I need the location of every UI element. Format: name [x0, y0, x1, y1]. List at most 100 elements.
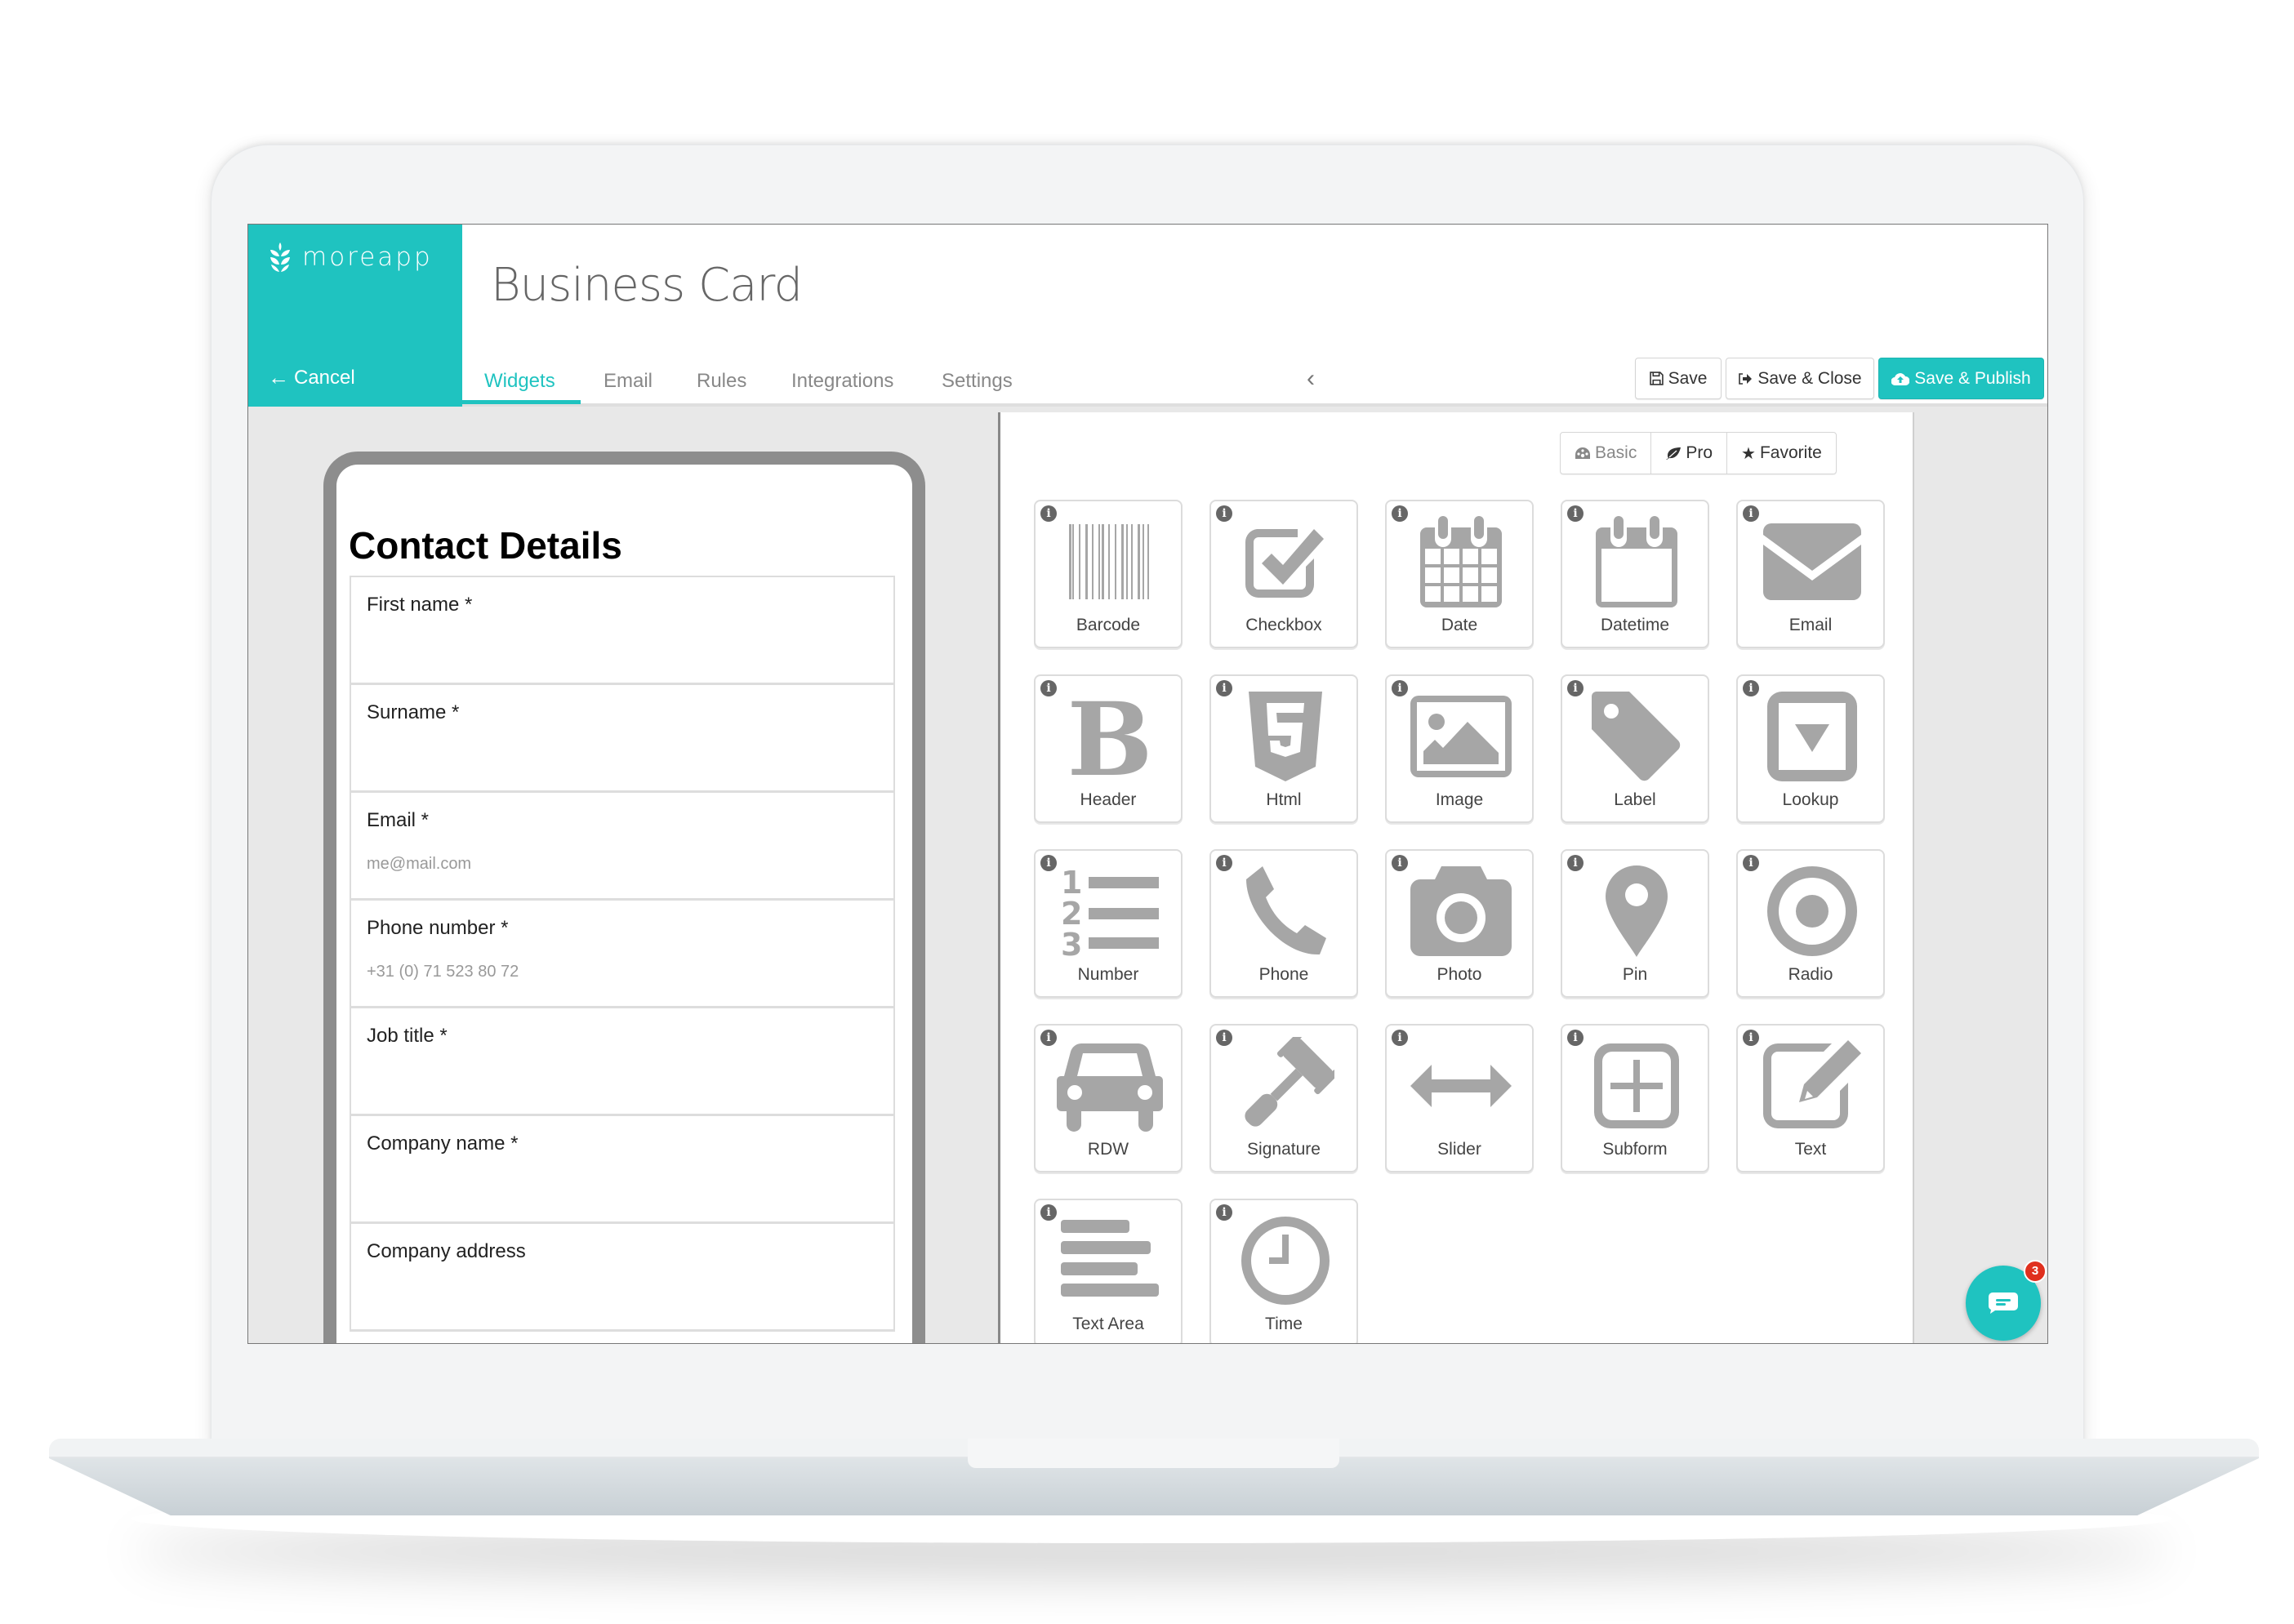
- barcode-icon: [1057, 516, 1163, 607]
- info-icon[interactable]: i: [1567, 680, 1584, 696]
- save-close-button[interactable]: Save & Close: [1726, 358, 1874, 399]
- widget-tile-header[interactable]: i B Header: [1034, 674, 1183, 823]
- widget-tile-datetime[interactable]: i Datetime: [1561, 500, 1709, 648]
- info-icon[interactable]: i: [1392, 680, 1408, 696]
- info-icon[interactable]: i: [1567, 855, 1584, 871]
- moreapp-logo[interactable]: moreapp: [269, 242, 433, 272]
- widget-tile-label[interactable]: i Label: [1561, 674, 1709, 823]
- form-field-surname[interactable]: Surname *: [351, 685, 893, 793]
- laptop-notch: [968, 1439, 1339, 1468]
- align-left-icon: [1057, 1215, 1163, 1306]
- widget-label: Subform: [1602, 1140, 1668, 1159]
- brand-name: moreapp: [302, 242, 433, 272]
- info-icon[interactable]: i: [1040, 1030, 1057, 1046]
- widget-label: Datetime: [1600, 616, 1670, 634]
- info-icon[interactable]: i: [1392, 1030, 1408, 1046]
- widget-label: Radio: [1788, 965, 1833, 984]
- info-icon[interactable]: i: [1567, 505, 1584, 522]
- widget-label: Text Area: [1072, 1315, 1144, 1333]
- star-icon: ★: [1741, 444, 1756, 463]
- widget-tile-number[interactable]: i 1 2 3 Number: [1034, 849, 1183, 998]
- leaf-icon: [1666, 447, 1682, 460]
- info-icon[interactable]: i: [1743, 1030, 1759, 1046]
- widget-label: Image: [1435, 790, 1484, 809]
- tab-email[interactable]: Email: [604, 370, 653, 393]
- save-publish-label: Save & Publish: [1914, 368, 2031, 388]
- widget-label: Email: [1788, 616, 1833, 634]
- widget-tile-html[interactable]: i Html: [1209, 674, 1358, 823]
- info-icon[interactable]: i: [1743, 680, 1759, 696]
- widget-label: Lookup: [1782, 790, 1839, 809]
- filter-basic-label: Basic: [1595, 443, 1637, 462]
- save-publish-button[interactable]: Save & Publish: [1878, 358, 2044, 399]
- leaf-logo-icon: [270, 242, 290, 272]
- tab-integrations[interactable]: Integrations: [791, 370, 893, 393]
- widget-tile-radio[interactable]: i Radio: [1736, 849, 1885, 998]
- info-icon[interactable]: i: [1392, 505, 1408, 522]
- save-close-label: Save & Close: [1757, 368, 1862, 388]
- tab-rules[interactable]: Rules: [697, 370, 746, 393]
- widget-label: Header: [1080, 790, 1137, 809]
- tab-widgets[interactable]: Widgets: [484, 370, 555, 393]
- widget-tile-checkbox[interactable]: i Checkbox: [1209, 500, 1358, 648]
- info-icon[interactable]: i: [1040, 680, 1057, 696]
- widget-tile-email[interactable]: i Email: [1736, 500, 1885, 648]
- widget-tile-photo[interactable]: i Photo: [1385, 849, 1534, 998]
- page-title: Business Card: [491, 259, 803, 312]
- widget-tile-text[interactable]: i Text: [1736, 1024, 1885, 1172]
- widget-tile-signature[interactable]: i Signature: [1209, 1024, 1358, 1172]
- info-icon[interactable]: i: [1743, 855, 1759, 871]
- form-field-company-name[interactable]: Company name *: [351, 1116, 893, 1224]
- dashboard-icon: [1575, 447, 1590, 459]
- filter-basic-button[interactable]: Basic: [1561, 433, 1652, 474]
- tag-icon: [1584, 691, 1690, 782]
- form-field-phone[interactable]: Phone number * +31 (0) 71 523 80 72: [351, 901, 893, 1008]
- info-icon[interactable]: i: [1216, 1204, 1232, 1221]
- field-placeholder: +31 (0) 71 523 80 72: [367, 963, 519, 981]
- field-label: Company address: [367, 1240, 526, 1262]
- edit-icon: [1759, 1040, 1865, 1132]
- info-icon[interactable]: i: [1216, 855, 1232, 871]
- clock-icon: [1232, 1215, 1339, 1306]
- info-icon[interactable]: i: [1392, 855, 1408, 871]
- collapse-chevron-icon[interactable]: ‹: [1307, 365, 1315, 393]
- widget-tile-text-area[interactable]: i Text Area: [1034, 1199, 1183, 1343]
- info-icon[interactable]: i: [1567, 1030, 1584, 1046]
- info-icon[interactable]: i: [1216, 680, 1232, 696]
- widget-label: Slider: [1437, 1140, 1481, 1159]
- widget-label: Date: [1441, 616, 1478, 634]
- info-icon[interactable]: i: [1040, 1204, 1057, 1221]
- chat-bubble-icon: [1989, 1293, 2018, 1314]
- widget-label: Html: [1266, 790, 1302, 809]
- widget-tile-slider[interactable]: i Slider: [1385, 1024, 1534, 1172]
- form-field-first-name[interactable]: First name *: [351, 577, 893, 685]
- widget-tile-image[interactable]: i Image: [1385, 674, 1534, 823]
- info-icon[interactable]: i: [1743, 505, 1759, 522]
- calendar-icon: [1408, 516, 1514, 607]
- widget-tile-lookup[interactable]: i Lookup: [1736, 674, 1885, 823]
- widget-tile-pin[interactable]: i Pin: [1561, 849, 1709, 998]
- arrow-left-icon: ←: [268, 365, 289, 389]
- form-field-job-title[interactable]: Job title *: [351, 1008, 893, 1116]
- filter-favorite-button[interactable]: ★ Favorite: [1727, 433, 1836, 474]
- widget-tile-date[interactable]: i Date: [1385, 500, 1534, 648]
- info-icon[interactable]: i: [1216, 1030, 1232, 1046]
- info-icon[interactable]: i: [1040, 855, 1057, 871]
- info-icon[interactable]: i: [1216, 505, 1232, 522]
- floppy-icon: [1649, 372, 1664, 385]
- form-field-company-address[interactable]: Company address: [351, 1224, 893, 1332]
- tab-settings[interactable]: Settings: [942, 370, 1013, 393]
- svg-text:B: B: [1069, 692, 1151, 781]
- widget-tile-barcode[interactable]: i Barcode: [1034, 500, 1183, 648]
- widget-tile-time[interactable]: i Time: [1209, 1199, 1358, 1343]
- form-field-email[interactable]: Email * me@mail.com: [351, 793, 893, 901]
- filter-pro-button[interactable]: Pro: [1651, 433, 1728, 474]
- widget-tile-phone[interactable]: i Phone: [1209, 849, 1358, 998]
- widget-tile-subform[interactable]: i Subform: [1561, 1024, 1709, 1172]
- checkbox-icon: [1232, 516, 1339, 607]
- filter-pro-label: Pro: [1686, 443, 1713, 462]
- widget-tile-rdw[interactable]: i RDW: [1034, 1024, 1183, 1172]
- cancel-button[interactable]: ← Cancel: [268, 365, 355, 390]
- save-button[interactable]: Save: [1635, 358, 1722, 399]
- info-icon[interactable]: i: [1040, 505, 1057, 522]
